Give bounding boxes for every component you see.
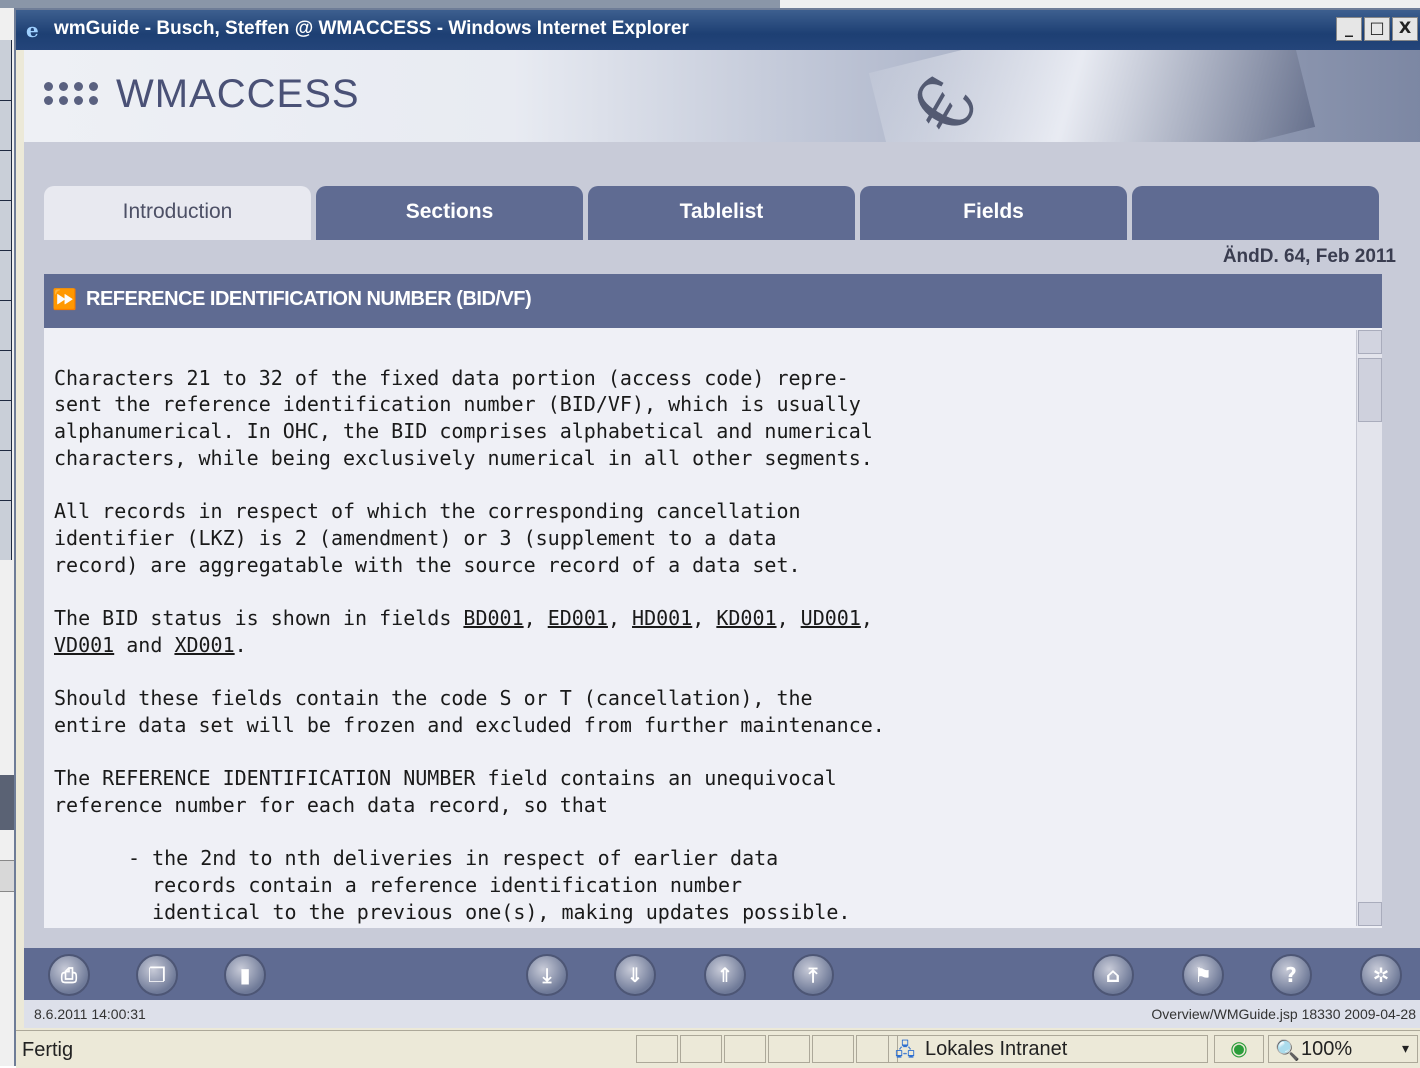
tab-tablelist[interactable]: Tablelist: [588, 186, 855, 240]
link-kd001[interactable]: KD001: [716, 606, 776, 630]
section-title: REFERENCE IDENTIFICATION NUMBER (BID/VF): [86, 288, 532, 310]
paragraph-5: The REFERENCE IDENTIFICATION NUMBER fiel…: [54, 766, 837, 817]
info-bar: 8.6.2011 14:00:31 Overview/WMGuide.jsp 1…: [24, 1000, 1420, 1028]
scroll-thumb[interactable]: [1358, 358, 1382, 422]
paragraph-1: Characters 21 to 32 of the fixed data po…: [54, 365, 873, 470]
first-page-icon[interactable]: ⤒: [792, 954, 834, 996]
timestamp: 8.6.2011 14:00:31: [34, 1006, 146, 1022]
content-text: Characters 21 to 32 of the fixed data po…: [54, 338, 1344, 979]
protected-mode-icon[interactable]: ◉: [1214, 1035, 1264, 1063]
paragraph-3: The BID status is shown in fields BD001,…: [54, 606, 873, 657]
scroll-down-button[interactable]: [1358, 902, 1382, 926]
page-path: Overview/WMGuide.jsp 18330 2009-04-28: [1151, 1006, 1416, 1022]
home-icon[interactable]: ⌂: [1092, 954, 1134, 996]
page-content: € WMACCESS Introduction Sections Tableli…: [24, 50, 1420, 1028]
zoom-level: 100%: [1301, 1038, 1353, 1060]
maximize-button[interactable]: □: [1364, 17, 1390, 41]
chevron-down-icon[interactable]: ▾: [1402, 1040, 1409, 1057]
content-panel: Characters 21 to 32 of the fixed data po…: [44, 328, 1382, 928]
tab-empty: [1132, 186, 1379, 240]
header-banner: € WMACCESS: [24, 50, 1420, 142]
bookmark-icon[interactable]: ⚑: [1182, 954, 1224, 996]
link-ud001[interactable]: UD001: [801, 606, 861, 630]
status-text: Fertig: [22, 1039, 74, 1061]
next-page-icon[interactable]: ⇓: [614, 954, 656, 996]
zoom-control[interactable]: 🔍 100% ▾: [1268, 1035, 1418, 1063]
section-header: ⏩ REFERENCE IDENTIFICATION NUMBER (BID/V…: [44, 274, 1382, 328]
link-bd001[interactable]: BD001: [463, 606, 523, 630]
logo-dots-icon: [44, 82, 99, 105]
minimize-button[interactable]: _: [1336, 17, 1362, 41]
paragraph-2: All records in respect of which the corr…: [54, 499, 801, 577]
security-zone[interactable]: 🖧 Lokales Intranet: [888, 1035, 1208, 1063]
intranet-icon: 🖧: [895, 1040, 916, 1060]
status-bar: Fertig 🖧 Lokales Intranet ◉ 🔍 100% ▾: [16, 1030, 1420, 1068]
paragraph-4: Should these fields contain the code S o…: [54, 686, 885, 737]
help-icon[interactable]: ?: [1270, 954, 1312, 996]
tab-introduction[interactable]: Introduction: [44, 186, 311, 240]
last-page-icon[interactable]: ⤓: [526, 954, 568, 996]
print-icon[interactable]: ⎙: [48, 954, 90, 996]
settings-icon[interactable]: ✲: [1360, 954, 1402, 996]
bottom-toolbar: ⎙ ❐ ▮ ⤓ ⇓ ⇑ ⤒ ⌂ ⚑ ? ✲: [24, 948, 1420, 1000]
background-grid: [0, 40, 12, 560]
title-bar[interactable]: e wmGuide - Busch, Steffen @ WMACCESS - …: [16, 10, 1420, 50]
bullet-item: - the 2nd to nth deliveries in respect o…: [128, 846, 851, 924]
copy-icon[interactable]: ❐: [136, 954, 178, 996]
logo: WMACCESS: [116, 72, 360, 116]
zoom-icon: 🔍: [1275, 1040, 1300, 1062]
window-controls: _ □ X: [1336, 17, 1418, 41]
scroll-up-button[interactable]: [1358, 330, 1382, 354]
link-ed001[interactable]: ED001: [548, 606, 608, 630]
link-vd001[interactable]: VD001: [54, 633, 114, 657]
tab-fields[interactable]: Fields: [860, 186, 1127, 240]
link-xd001[interactable]: XD001: [174, 633, 234, 657]
double-arrow-icon: ⏩: [52, 289, 77, 311]
status-cells: [636, 1035, 898, 1063]
tab-bar: Introduction Sections Tablelist Fields: [44, 186, 1382, 240]
tab-sections[interactable]: Sections: [316, 186, 583, 240]
previous-page-icon[interactable]: ⇑: [704, 954, 746, 996]
window-title: wmGuide - Busch, Steffen @ WMACCESS - Wi…: [54, 18, 689, 39]
book-icon[interactable]: ▮: [224, 954, 266, 996]
link-hd001[interactable]: HD001: [632, 606, 692, 630]
zone-label: Lokales Intranet: [925, 1038, 1068, 1060]
vertical-scrollbar[interactable]: [1356, 330, 1382, 926]
revision-label: ÄndD. 64, Feb 2011: [1222, 246, 1396, 267]
close-button[interactable]: X: [1392, 17, 1418, 41]
ie-logo-icon: e: [26, 18, 39, 42]
ie-window: e wmGuide - Busch, Steffen @ WMACCESS - …: [14, 8, 1420, 1068]
